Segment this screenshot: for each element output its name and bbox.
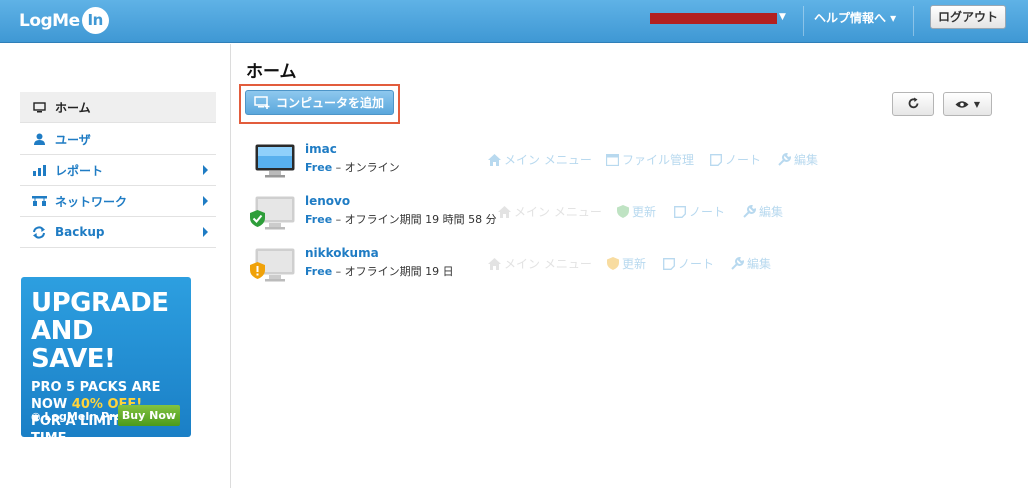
- page-title: ホーム: [246, 62, 297, 82]
- monitor-icon: [29, 101, 49, 113]
- chevron-right-icon: [203, 227, 208, 237]
- main-menu-link[interactable]: メイン メニュー: [488, 255, 592, 272]
- sidebar-item-users[interactable]: ユーザ: [20, 124, 216, 155]
- main-menu-link[interactable]: メイン メニュー: [488, 151, 592, 168]
- plan-label: Free: [305, 161, 333, 174]
- sidebar-divider: [230, 44, 231, 488]
- logout-button[interactable]: ログアウト: [930, 5, 1006, 29]
- note-link[interactable]: ノート: [663, 255, 714, 272]
- refresh-button[interactable]: [892, 92, 934, 116]
- wrench-icon: [731, 257, 744, 270]
- sidebar-item-label: Backup: [55, 225, 105, 239]
- action-label: メイン メニュー: [504, 153, 592, 167]
- action-label: 更新: [622, 257, 647, 271]
- logo-text: LogMe: [19, 10, 80, 31]
- eye-icon: [955, 100, 969, 109]
- sync-icon: [29, 225, 49, 239]
- computer-row-imac[interactable]: imac Free – オンライン メイン メニュー ファイル管理 ノート 編集: [250, 142, 1010, 187]
- chevron-down-icon[interactable]: ▼: [779, 12, 786, 22]
- sidebar-item-reports[interactable]: レポート: [20, 155, 216, 186]
- logo-circle: In: [81, 7, 109, 34]
- chevron-down-icon: ▼: [973, 99, 981, 109]
- shield-warning-icon: [250, 262, 265, 283]
- plan-label: Free: [305, 213, 333, 226]
- computer-status: – オンライン: [332, 161, 400, 174]
- note-link[interactable]: ノート: [710, 151, 761, 168]
- upgrade-promo-banner[interactable]: UPGRADE AND SAVE! PRO 5 PACKS ARE NOW 40…: [21, 277, 191, 446]
- promo-headline-1: UPGRADE: [31, 288, 169, 318]
- computer-name[interactable]: imac: [305, 142, 337, 156]
- action-label: ノート: [678, 257, 715, 271]
- sidebar-item-home[interactable]: ホーム: [20, 92, 216, 123]
- action-label: 編集: [794, 153, 819, 167]
- action-label: ノート: [725, 153, 762, 167]
- computer-row-nikkokuma[interactable]: nikkokuma Free – オフライン期間 19 日 メイン メニュー 更…: [250, 246, 1010, 291]
- promo-brand: ◉ LogMeIn Pro: [31, 410, 123, 423]
- update-link[interactable]: 更新: [617, 203, 656, 220]
- sidebar-item-label: レポート: [55, 163, 104, 178]
- add-computer-label: コンピュータを追加: [276, 96, 385, 110]
- promo-headline-2: AND SAVE!: [31, 316, 116, 374]
- action-label: 更新: [632, 205, 657, 219]
- home-icon: [488, 257, 501, 270]
- refresh-icon: [907, 95, 920, 114]
- shield-warning-icon: [607, 257, 619, 270]
- main-menu-link[interactable]: メイン メニュー: [498, 203, 602, 220]
- view-options-button[interactable]: ▼: [943, 92, 992, 116]
- network-icon: [29, 196, 49, 206]
- help-menu[interactable]: ヘルプ情報へ ▾: [814, 9, 896, 26]
- divider: [803, 6, 804, 36]
- add-computer-button[interactable]: コンピュータを追加: [245, 90, 394, 115]
- computer-name[interactable]: lenovo: [305, 194, 350, 208]
- action-label: 編集: [747, 257, 772, 271]
- edit-link[interactable]: 編集: [778, 151, 818, 168]
- file-manager-icon: [606, 153, 619, 166]
- update-link[interactable]: 更新: [607, 255, 646, 272]
- logmein-logo[interactable]: LogMe In: [19, 7, 109, 34]
- chevron-right-icon: [203, 165, 208, 175]
- divider: [913, 6, 914, 36]
- note-icon: [674, 205, 686, 218]
- computer-row-lenovo[interactable]: lenovo Free – オフライン期間 19 時間 58 分 メイン メニュ…: [250, 194, 1010, 239]
- computer-status: – オフライン期間 19 日: [332, 265, 454, 278]
- sidebar-item-backup[interactable]: Backup: [20, 217, 216, 248]
- chevron-right-icon: [203, 196, 208, 206]
- action-label: 編集: [759, 205, 784, 219]
- note-icon: [710, 153, 722, 166]
- buy-now-button[interactable]: Buy Now: [118, 405, 180, 426]
- action-label: ファイル管理: [622, 153, 695, 167]
- top-bar: LogMe In ▼ ヘルプ情報へ ▾ ログアウト: [0, 0, 1028, 43]
- note-icon: [663, 257, 675, 270]
- action-label: メイン メニュー: [514, 205, 602, 219]
- action-label: メイン メニュー: [504, 257, 592, 271]
- computer-name[interactable]: nikkokuma: [305, 246, 379, 260]
- edit-link[interactable]: 編集: [743, 203, 783, 220]
- note-link[interactable]: ノート: [674, 203, 725, 220]
- plan-label: Free: [305, 265, 333, 278]
- add-monitor-icon: [254, 96, 270, 109]
- shield-ok-icon: [250, 210, 265, 231]
- sidebar-item-network[interactable]: ネットワーク: [20, 186, 216, 217]
- home-icon: [488, 153, 501, 166]
- home-icon: [498, 205, 511, 218]
- wrench-icon: [778, 153, 791, 166]
- file-manager-link[interactable]: ファイル管理: [606, 151, 694, 168]
- sidebar-item-label: ユーザ: [55, 132, 91, 147]
- user-icon: [29, 133, 49, 145]
- action-label: ノート: [689, 205, 726, 219]
- shield-update-icon: [617, 205, 629, 218]
- sidebar-item-label: ネットワーク: [55, 194, 128, 209]
- bar-chart-icon: [29, 164, 49, 176]
- computer-status: – オフライン期間 19 時間 58 分: [332, 213, 497, 226]
- wrench-icon: [743, 205, 756, 218]
- edit-link[interactable]: 編集: [731, 255, 771, 272]
- monitor-online-icon: [255, 144, 295, 182]
- promo-line-3: PRO 5 PACKS ARE: [31, 380, 161, 395]
- redacted-user-account[interactable]: [650, 13, 777, 24]
- sidebar-item-label: ホーム: [55, 100, 91, 115]
